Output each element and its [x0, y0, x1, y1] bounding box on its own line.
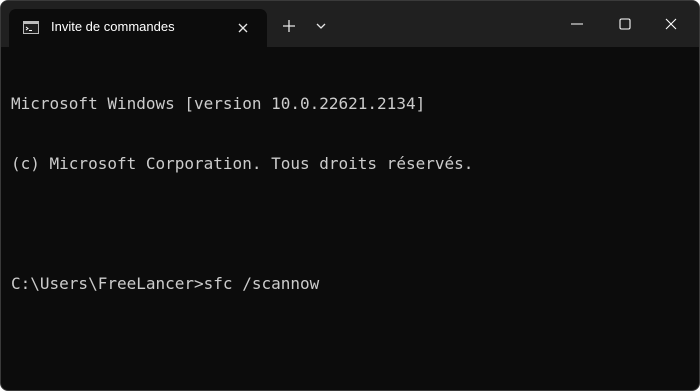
- close-window-button[interactable]: [651, 9, 691, 39]
- tab-command-prompt[interactable]: Invite de commandes: [9, 9, 267, 47]
- tab-close-icon[interactable]: [233, 18, 253, 38]
- chevron-down-icon[interactable]: [311, 17, 331, 35]
- maximize-button[interactable]: [605, 9, 645, 39]
- console-output[interactable]: Microsoft Windows [version 10.0.22621.21…: [11, 54, 691, 334]
- console-line: Microsoft Windows [version 10.0.22621.21…: [11, 94, 426, 113]
- console-line: (c) Microsoft Corporation. Tous droits r…: [11, 154, 474, 173]
- console-line: C:\Users\FreeLancer>sfc /scannow: [11, 274, 320, 293]
- title-bar[interactable]: Invite de commandes: [1, 1, 699, 47]
- tab-title: Invite de commandes: [51, 19, 175, 34]
- terminal-icon: [23, 21, 39, 34]
- terminal-window: Invite de commandes Microsoft Windows [v…: [0, 0, 700, 391]
- new-tab-button[interactable]: [278, 15, 300, 37]
- minimize-button[interactable]: [557, 9, 597, 39]
